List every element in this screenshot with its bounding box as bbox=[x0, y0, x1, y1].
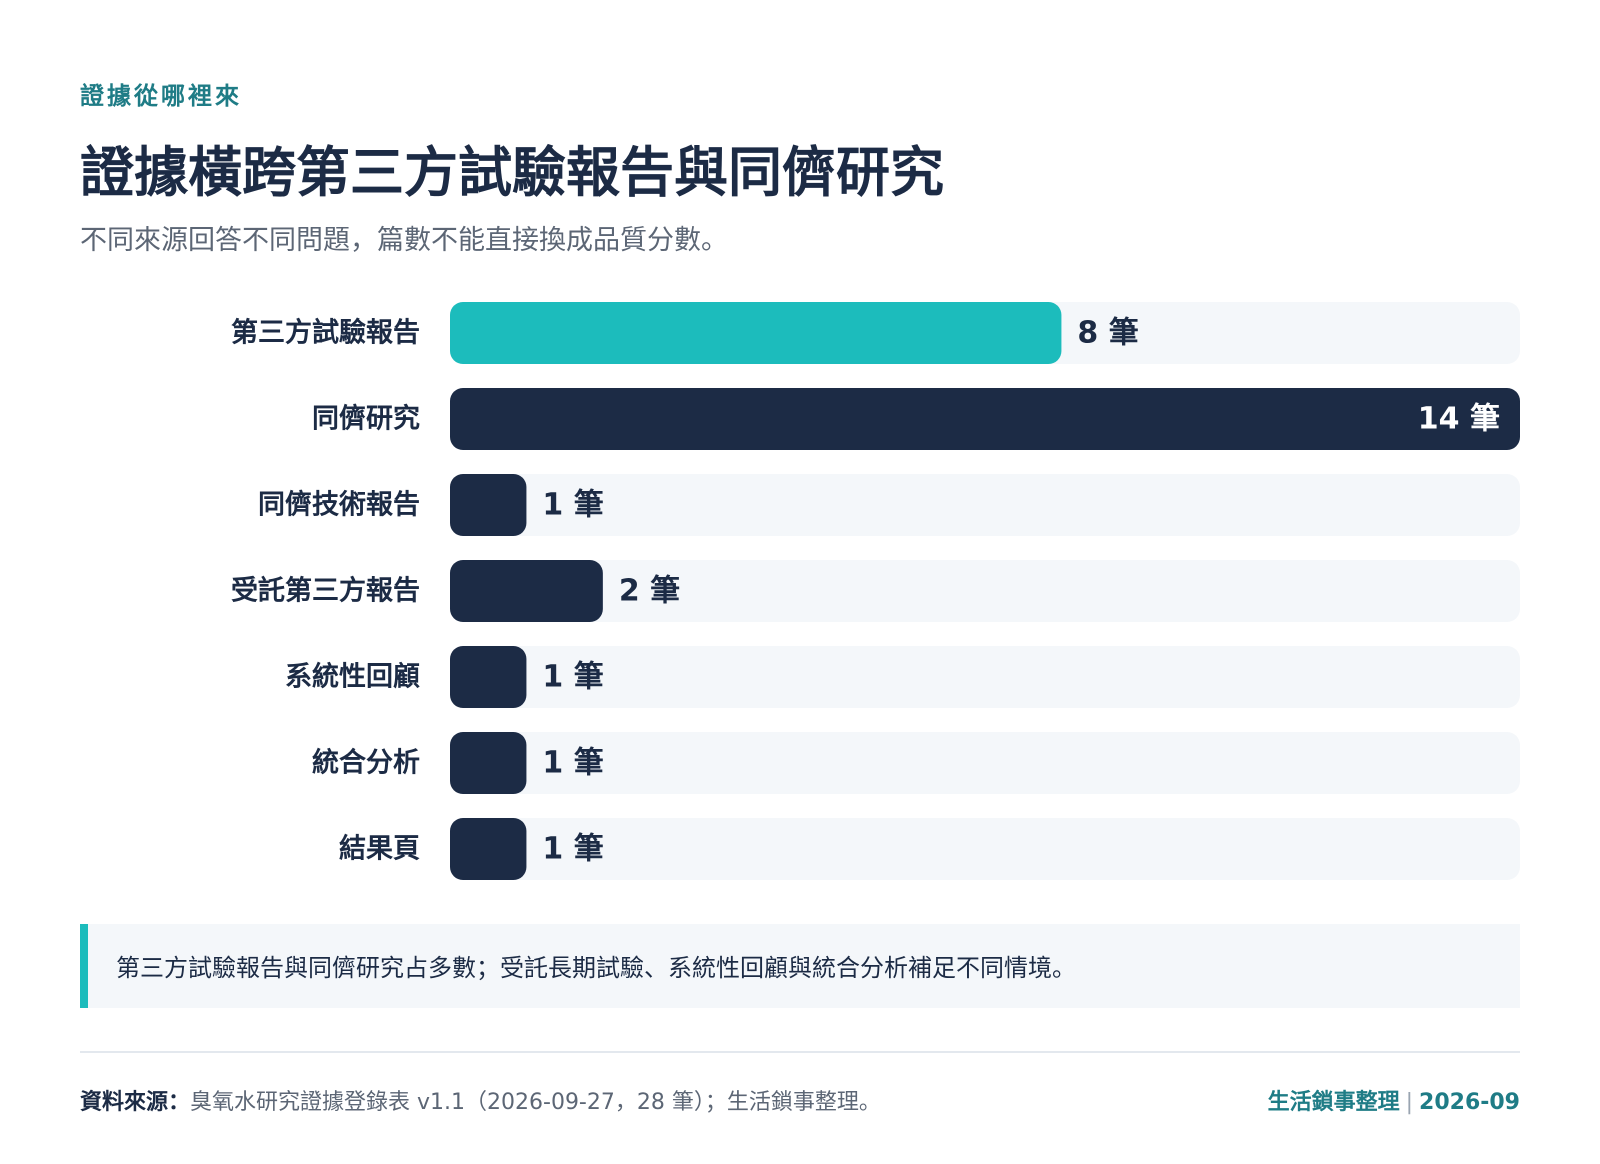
footer-divider bbox=[80, 1051, 1520, 1053]
category-label: 第三方試驗報告 bbox=[231, 317, 420, 349]
value-label: 1 筆 bbox=[542, 832, 603, 867]
value-label: 8 筆 bbox=[1077, 316, 1138, 351]
bar-track bbox=[450, 474, 1520, 536]
source-note: 資料來源：臭氧水研究證據登錄表 v1.1（2026-09-27，28 筆）；生活… bbox=[80, 1084, 881, 1116]
value-label: 14 筆 bbox=[1418, 402, 1500, 437]
chart-subtitle: 不同來源回答不同問題，篇數不能直接換成品質分數。 bbox=[80, 225, 728, 256]
source-label: 資料來源： bbox=[80, 1090, 191, 1115]
chart-kicker: 證據從哪裡來 bbox=[80, 82, 242, 110]
bar-2 bbox=[450, 474, 527, 536]
value-label: 1 筆 bbox=[542, 746, 603, 781]
category-label: 系統性回顧 bbox=[285, 661, 420, 693]
bar-chart: 第三方試驗報告 8 筆同儕研究 14 筆同儕技術報告 1 筆受託第三方報告 2 筆系統性… bbox=[231, 302, 1520, 880]
source-text: 臭氧水研究證據登錄表 v1.1（2026-09-27，28 筆）；生活鎖事整理。 bbox=[190, 1090, 881, 1115]
insight-note-text: 第三方試驗報告與同儕研究占多數；受託長期試驗、系統性回顧與統合分析補足不同情境。 bbox=[116, 954, 1076, 982]
category-label: 同儕研究 bbox=[312, 403, 420, 435]
bar-6 bbox=[450, 818, 527, 880]
bar-track bbox=[450, 732, 1520, 794]
bar-1 bbox=[450, 388, 1520, 450]
bar-5 bbox=[450, 732, 527, 794]
brand-separator: | bbox=[1405, 1090, 1414, 1115]
value-label: 2 筆 bbox=[619, 574, 680, 609]
insight-note: 第三方試驗報告與同儕研究占多數；受託長期試驗、系統性回顧與統合分析補足不同情境。 bbox=[80, 924, 1520, 1008]
bar-3 bbox=[450, 560, 603, 622]
bar-track bbox=[450, 646, 1520, 708]
chart-title: 證據橫跨第三方試驗報告與同儕研究 bbox=[80, 140, 944, 204]
value-label: 1 筆 bbox=[542, 660, 603, 695]
bar-0 bbox=[450, 302, 1062, 364]
category-label: 同儕技術報告 bbox=[258, 489, 420, 521]
bar-4 bbox=[450, 646, 527, 708]
brand-name: 生活鎖事整理 bbox=[1267, 1090, 1400, 1115]
brand-credit: 生活鎖事整理 | 2026-09 bbox=[1268, 1084, 1520, 1116]
category-label: 統合分析 bbox=[312, 747, 420, 779]
bar-track bbox=[450, 818, 1520, 880]
publish-date: 2026-09 bbox=[1419, 1090, 1520, 1115]
category-label: 結果頁 bbox=[339, 833, 420, 865]
bar-track bbox=[450, 560, 1520, 622]
value-label: 1 筆 bbox=[542, 488, 603, 523]
category-label: 受託第三方報告 bbox=[231, 575, 420, 607]
